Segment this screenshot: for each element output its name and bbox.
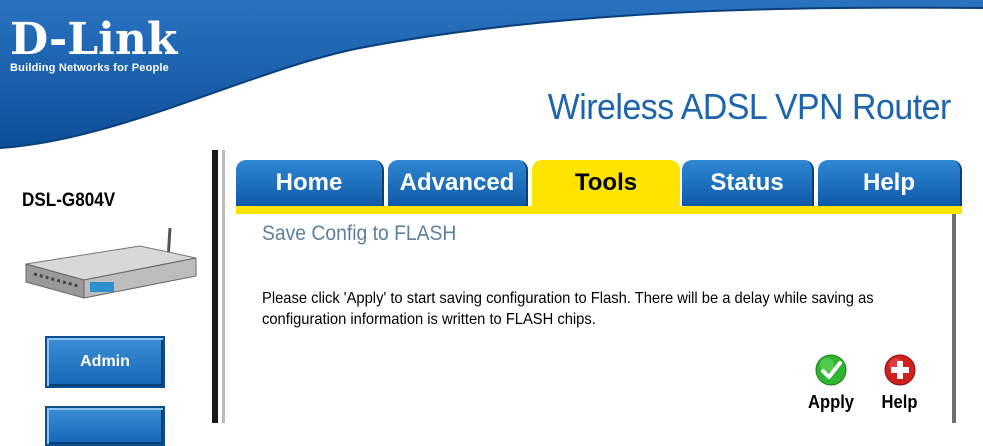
description-text: Please click 'Apply' to start saving con…	[262, 290, 874, 328]
tab-underline	[236, 206, 962, 214]
sidebar: DSL-G804V Admin	[0, 150, 212, 446]
tab-status[interactable]: Status	[682, 160, 814, 206]
product-title: Wireless ADSL VPN Router	[547, 86, 952, 127]
logo-text: D-Link	[10, 14, 178, 65]
tab-home[interactable]: Home	[236, 160, 384, 206]
header-banner: D-Link Building Networks for People Wire…	[0, 0, 983, 150]
apply-button[interactable]: Apply	[806, 354, 856, 413]
tab-help[interactable]: Help	[818, 160, 962, 206]
admin-button[interactable]: Admin	[45, 336, 165, 388]
main-tabs: Home Advanced Tools Status Help	[236, 160, 962, 206]
check-icon	[815, 354, 847, 386]
plus-icon	[884, 354, 915, 386]
apply-label: Apply	[808, 392, 855, 412]
sidebar-divider	[212, 150, 218, 423]
router-image	[25, 227, 197, 299]
page-title: Save Config to FLASH	[262, 222, 457, 245]
tab-advanced[interactable]: Advanced	[388, 160, 528, 206]
tab-tools[interactable]: Tools	[532, 160, 680, 206]
model-name: DSL-G804V	[22, 190, 116, 211]
sidebar-button-2[interactable]	[45, 406, 165, 446]
dlink-logo: D-Link Building Networks for People	[10, 14, 178, 75]
logo-tagline: Building Networks for People	[10, 62, 170, 74]
help-button[interactable]: Help	[880, 354, 919, 413]
help-label: Help	[881, 392, 918, 412]
main-content: Save Config to FLASH Please click 'Apply…	[240, 214, 956, 423]
sidebar-divider-thin	[222, 150, 225, 423]
